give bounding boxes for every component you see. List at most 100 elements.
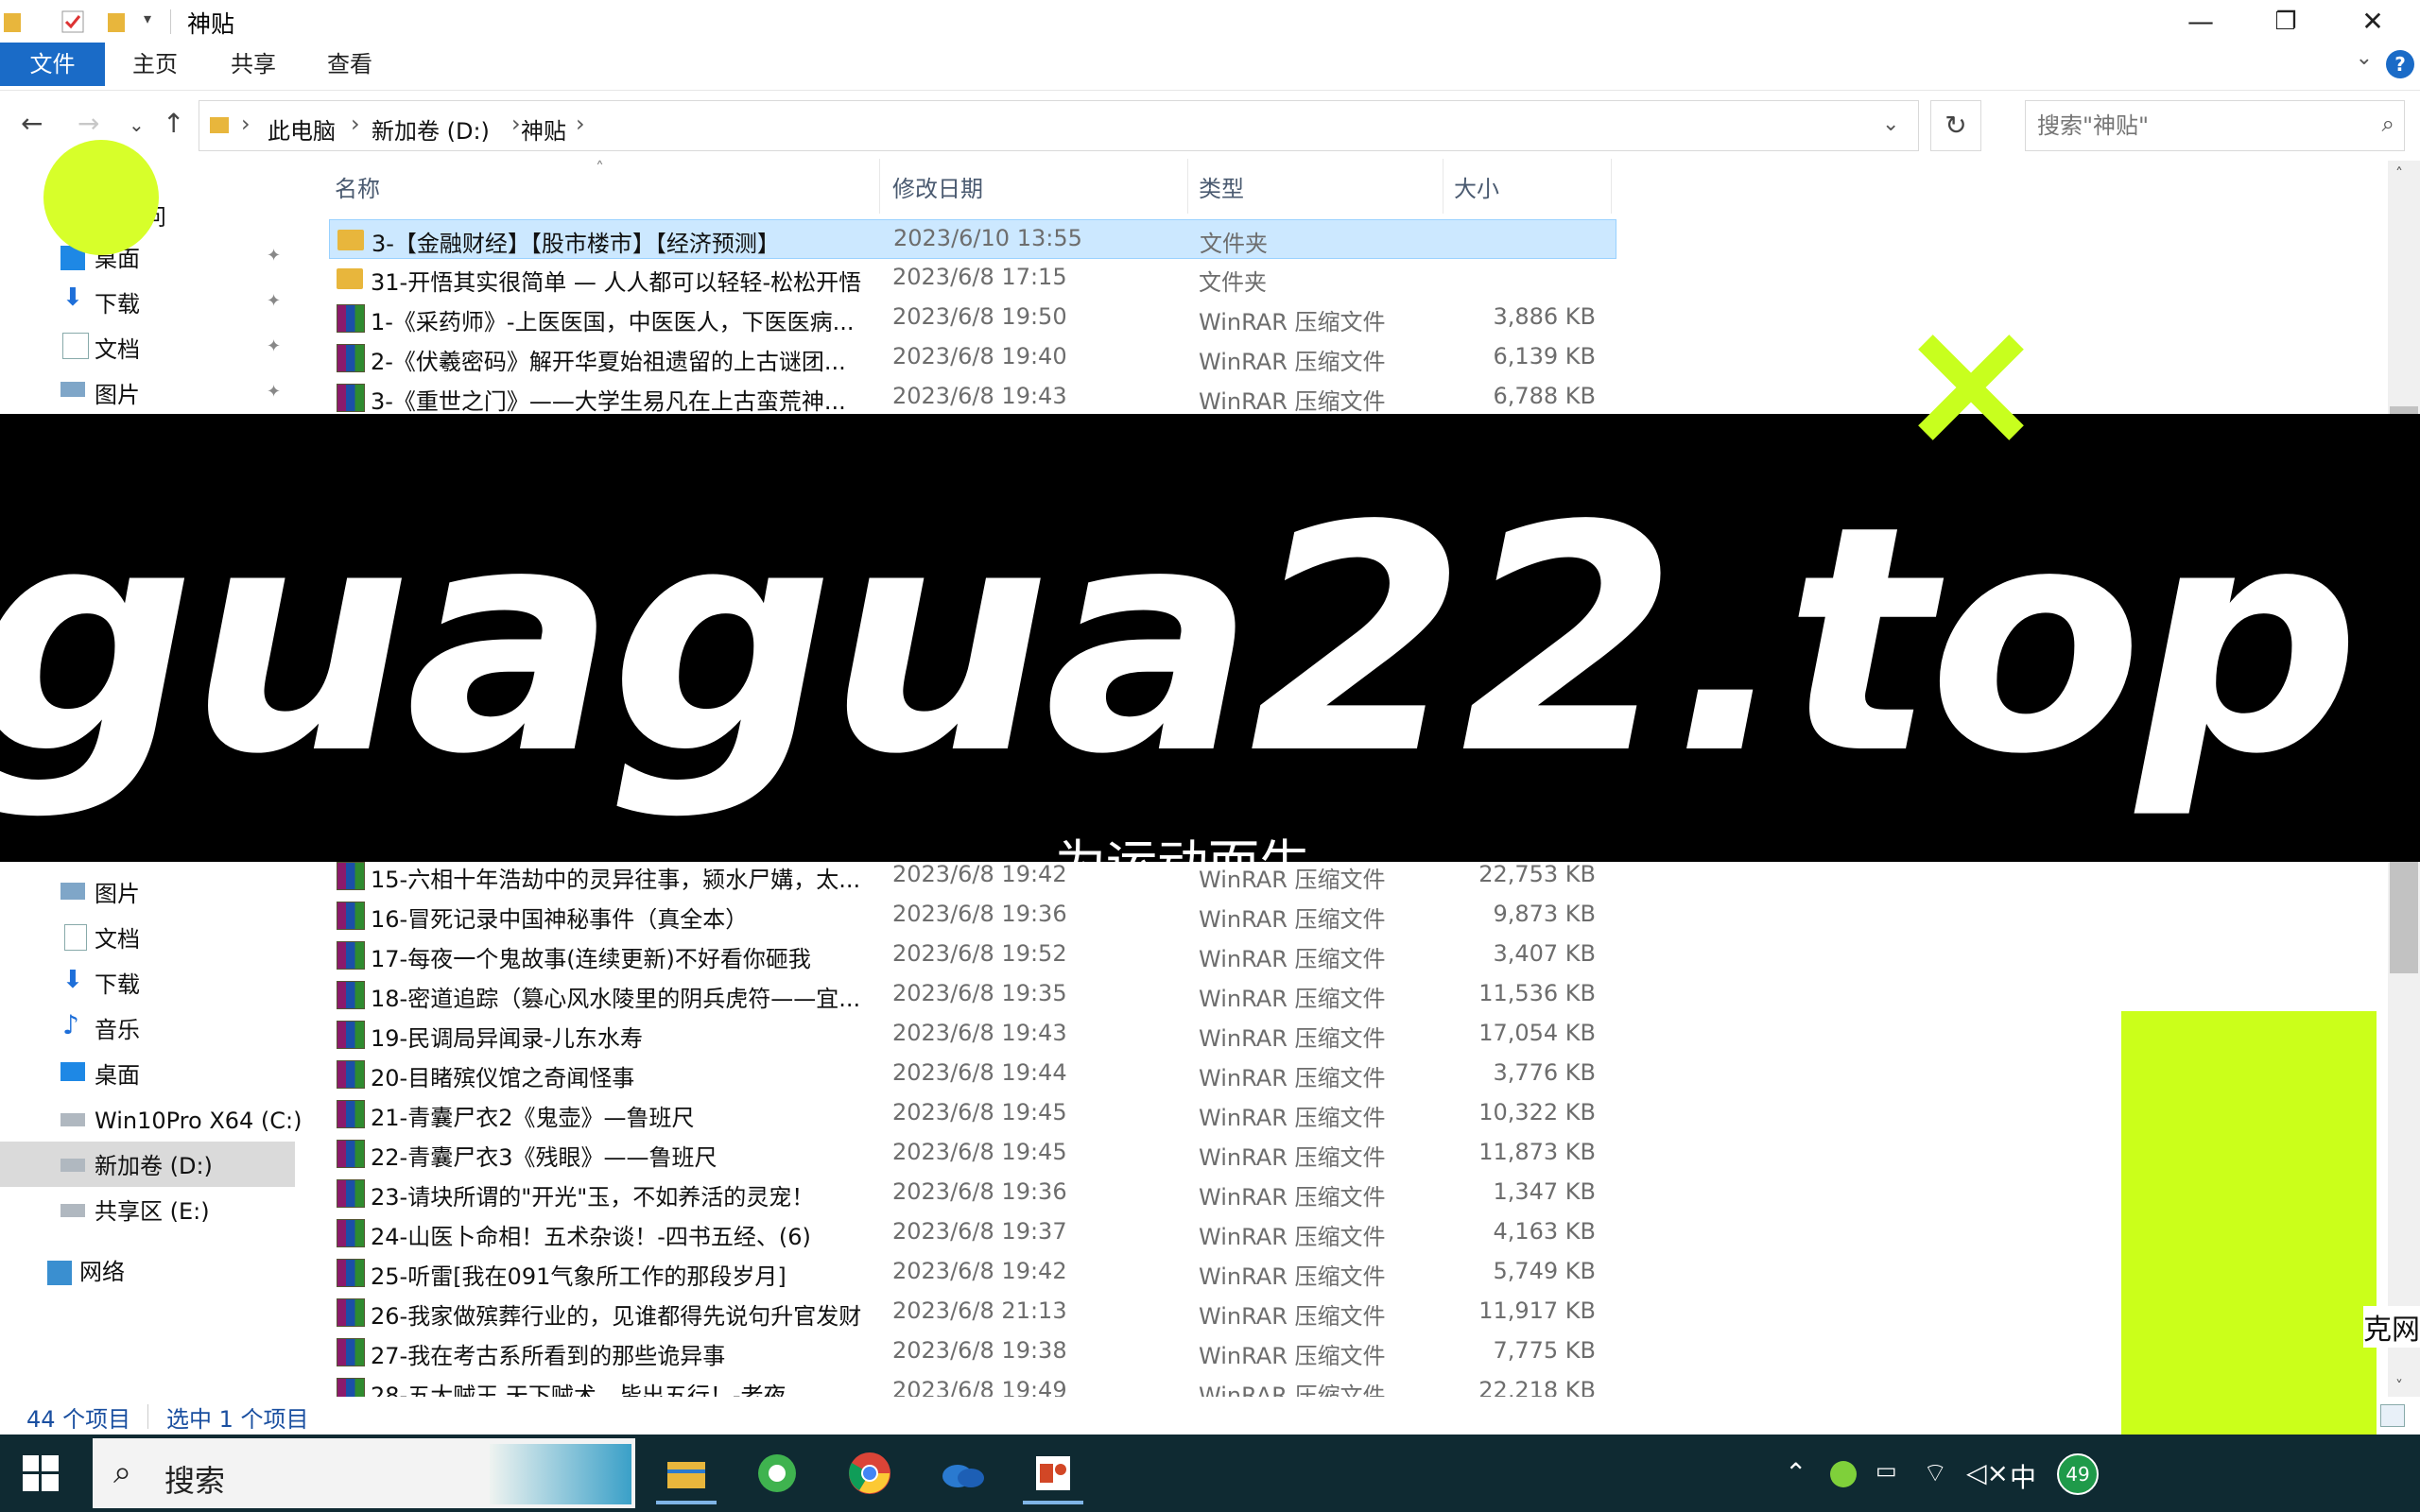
details-view-icon[interactable]	[2380, 1404, 2405, 1427]
breadcrumb-separator-icon[interactable]: ›	[511, 111, 521, 137]
restore-button[interactable]: ❐	[2242, 0, 2329, 43]
file-row[interactable]: 3-《重世之门》——大学生易凡在上古蛮荒神... 2023/6/8 19:43 …	[329, 378, 1616, 418]
help-button[interactable]: ?	[2386, 50, 2414, 78]
breadcrumb-current-folder[interactable]: 神贴	[521, 112, 566, 146]
nav-item-network[interactable]: 网络	[79, 1253, 125, 1291]
address-bar[interactable]: › 此电脑 › 新加卷 (D:) › 神贴 › ⌄	[199, 100, 1919, 151]
properties-icon[interactable]	[60, 9, 85, 34]
column-separator[interactable]	[1611, 159, 1612, 214]
file-row[interactable]: 22-青囊尸衣3《残眼》——鲁班尺 2023/6/8 19:45 WinRAR …	[329, 1134, 1616, 1174]
search-input[interactable]	[2035, 109, 2351, 143]
recent-locations-chevron-icon[interactable]: ⌄	[129, 113, 145, 136]
file-row[interactable]: 23-请块所谓的"开光"玉，不如养活的灵宠！ 2023/6/8 19:36 Wi…	[329, 1174, 1616, 1213]
taskbar-onedrive[interactable]	[919, 1442, 1006, 1504]
file-row[interactable]: 17-每夜一个鬼故事(连续更新)不好看你砸我 2023/6/8 19:52 Wi…	[329, 936, 1616, 975]
file-row[interactable]: 24-山医卜命相！五术杂谈！-四书五经、(6) 2023/6/8 19:37 W…	[329, 1213, 1616, 1253]
divider	[170, 9, 171, 34]
file-row[interactable]: 31-开悟其实很简单 — 人人都可以轻轻-松松开悟 2023/6/8 17:15…	[329, 259, 1616, 299]
breadcrumb-separator-icon[interactable]: ›	[351, 111, 360, 137]
taskbar-browser-e[interactable]	[734, 1442, 821, 1504]
taskbar-search-box[interactable]: ⌕ 搜索	[93, 1438, 635, 1508]
file-row[interactable]: 28-五大贼王 天下贼术，皆出五行！-老夜 2023/6/8 19:49 Win…	[329, 1372, 1616, 1397]
taskbar-file-explorer[interactable]	[643, 1442, 730, 1504]
customize-toolbar-chevron-icon[interactable]: ▾	[144, 9, 151, 34]
search-icon[interactable]: ⌕	[2382, 111, 2394, 137]
close-button[interactable]: ✕	[2329, 0, 2416, 43]
minimize-button[interactable]: —	[2157, 0, 2244, 43]
folder-icon	[4, 13, 21, 32]
column-header-size[interactable]: 大小	[1454, 170, 1499, 203]
file-date: 2023/6/8 19:50	[892, 303, 1067, 330]
file-row[interactable]: 21-青囊尸衣2《鬼壶》—鲁班尺 2023/6/8 19:45 WinRAR 压…	[329, 1094, 1616, 1134]
nav-item-music[interactable]: 音乐	[95, 1011, 140, 1049]
nav-item-documents-2[interactable]: 文档	[95, 920, 140, 958]
nav-item-pictures-2[interactable]: 图片	[95, 875, 140, 913]
taskbar-presentation-app[interactable]	[1010, 1442, 1097, 1504]
breadcrumb-separator-icon[interactable]: ›	[576, 111, 585, 137]
nav-item-desktop-2[interactable]: 桌面	[95, 1057, 140, 1094]
refresh-button[interactable]: ↻	[1930, 100, 1981, 151]
file-row[interactable]: 25-听雷[我在091气象所工作的那段岁月] 2023/6/8 19:42 Wi…	[329, 1253, 1616, 1293]
scroll-down-icon[interactable]: ˅	[2395, 1377, 2403, 1395]
breadcrumb-this-pc[interactable]: 此电脑	[268, 112, 336, 146]
close-overlay-x-icon[interactable]	[1913, 331, 2027, 444]
nav-item-pictures[interactable]: 图片	[95, 376, 140, 414]
show-hidden-icons-chevron-icon[interactable]: ⌃	[1785, 1457, 1806, 1488]
up-arrow-icon[interactable]: ↑	[163, 108, 184, 139]
column-separator[interactable]	[879, 159, 880, 214]
input-method-indicator[interactable]: 中	[2010, 1457, 2036, 1495]
drive-icon	[60, 1113, 85, 1126]
nav-item-drive-e[interactable]: 共享区 (E:)	[95, 1193, 210, 1230]
file-row[interactable]: 15-六相十年浩劫中的灵异往事，颍水尸媾，太... 2023/6/8 19:42…	[329, 856, 1616, 896]
tab-home[interactable]: 主页	[117, 43, 193, 86]
tab-share[interactable]: 共享	[216, 43, 291, 86]
back-arrow-icon[interactable]: ←	[21, 108, 43, 139]
breadcrumb-drive-d[interactable]: 新加卷 (D:)	[372, 112, 490, 146]
documents-icon	[62, 333, 89, 359]
status-bar: 44 个项目 选中 1 个项目	[0, 1397, 2420, 1435]
file-type: 文件夹	[1199, 269, 1267, 296]
column-separator[interactable]	[1187, 159, 1188, 214]
file-row[interactable]: 26-我家做殡葬行业的，见谁都得先说句升官发财 2023/6/8 21:13 W…	[329, 1293, 1616, 1332]
forward-arrow-icon[interactable]: →	[78, 108, 99, 139]
column-header-date[interactable]: 修改日期	[892, 170, 983, 203]
nav-item-drive-c[interactable]: Win10Pro X64 (C:)	[95, 1102, 302, 1140]
file-row[interactable]: 16-冒死记录中国神秘事件（真全本） 2023/6/8 19:36 WinRAR…	[329, 896, 1616, 936]
file-size: 22,753 KB	[1478, 861, 1596, 887]
file-row[interactable]: 19-民调局异闻录-儿东水寿 2023/6/8 19:43 WinRAR 压缩文…	[329, 1015, 1616, 1055]
column-header-name[interactable]: 名称	[335, 170, 380, 203]
search-box[interactable]: ⌕	[2025, 100, 2405, 151]
nav-item-documents[interactable]: 文档	[95, 331, 140, 369]
nav-item-drive-d[interactable]: 新加卷 (D:)	[95, 1147, 213, 1185]
expand-ribbon-chevron-icon[interactable]: ⌄	[2356, 46, 2373, 70]
file-row[interactable]: 1-《采药师》-上医医国，中医医人，下医医病... 2023/6/8 19:50…	[329, 299, 1616, 338]
new-folder-icon[interactable]	[106, 9, 127, 34]
battery-icon[interactable]: ▭	[1876, 1457, 1897, 1484]
column-header-type[interactable]: 类型	[1199, 170, 1244, 203]
file-name: 22-青囊尸衣3《残眼》——鲁班尺	[371, 1144, 717, 1171]
file-row[interactable]: 18-密道追踪（篡心风水陵里的阴兵虎符——宜... 2023/6/8 19:35…	[329, 975, 1616, 1015]
file-date: 2023/6/8 19:38	[892, 1337, 1067, 1364]
notification-count-badge[interactable]: 49	[2057, 1453, 2099, 1495]
file-size: 3,407 KB	[1493, 940, 1596, 967]
file-row[interactable]: 3-【金融财经】【股市楼市】【经济预测】 2023/6/10 13:55 文件夹	[329, 219, 1616, 259]
drive-icon	[60, 1204, 85, 1217]
tray-app-icon[interactable]	[1830, 1461, 1857, 1487]
address-history-chevron-icon[interactable]: ⌄	[1882, 112, 1899, 136]
file-name: 26-我家做殡葬行业的，见谁都得先说句升官发财	[371, 1303, 862, 1330]
volume-muted-icon[interactable]: ◁×	[1966, 1457, 2009, 1488]
tab-file[interactable]: 文件	[0, 43, 105, 86]
file-row[interactable]: 2-《伏羲密码》解开华夏始祖遗留的上古谜团... 2023/6/8 19:40 …	[329, 338, 1616, 378]
nav-item-downloads-2[interactable]: 下载	[95, 966, 140, 1004]
scroll-up-icon[interactable]: ˄	[2395, 164, 2403, 182]
winrar-archive-icon	[337, 1259, 365, 1287]
file-row[interactable]: 27-我在考古系所看到的那些诡异事 2023/6/8 19:38 WinRAR …	[329, 1332, 1616, 1372]
file-date: 2023/6/8 21:13	[892, 1297, 1067, 1324]
file-row[interactable]: 20-目睹殡仪馆之奇闻怪事 2023/6/8 19:44 WinRAR 压缩文件…	[329, 1055, 1616, 1094]
tab-view[interactable]: 查看	[312, 43, 388, 86]
wifi-icon[interactable]: ⌔	[1923, 1457, 1947, 1490]
taskbar-chrome[interactable]	[826, 1442, 913, 1504]
nav-item-downloads[interactable]: 下载	[95, 285, 140, 323]
windows-start-icon[interactable]	[23, 1455, 59, 1491]
file-size: 3,886 KB	[1493, 303, 1596, 330]
